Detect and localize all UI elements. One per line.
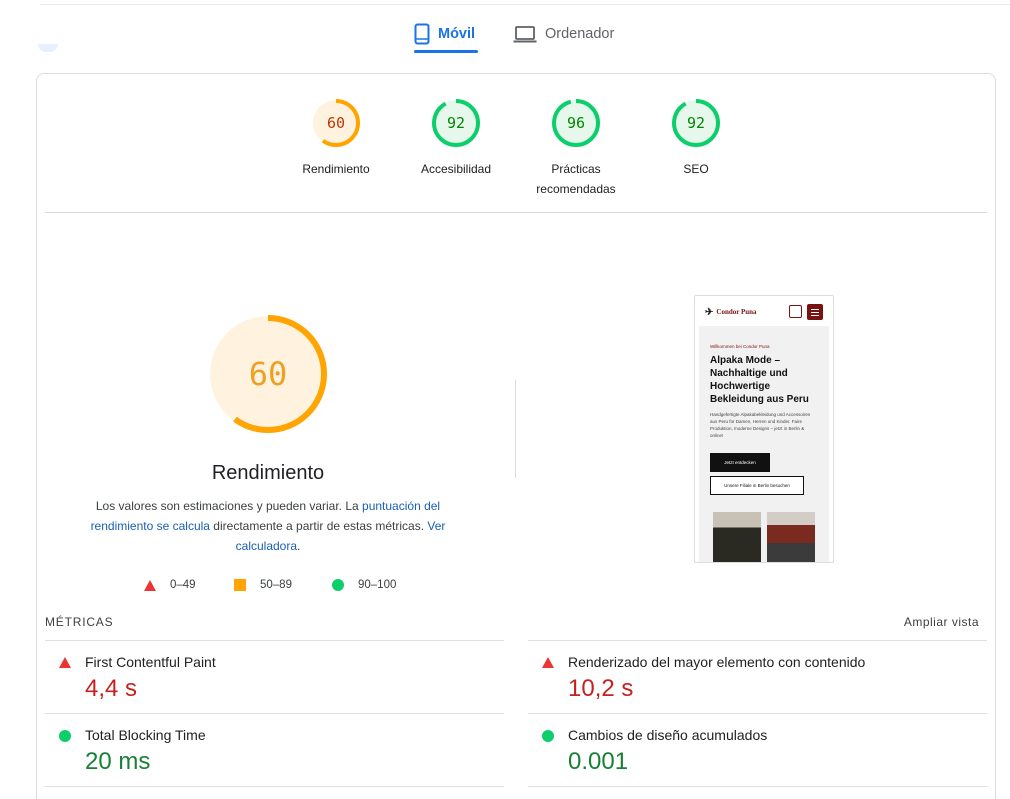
- condor-icon: ✈: [705, 306, 714, 318]
- active-tab-indicator: [414, 50, 478, 53]
- circle-icon: [332, 579, 344, 591]
- tab-desktop-label: Ordenador: [545, 26, 615, 42]
- tab-desktop[interactable]: Ordenador: [513, 14, 614, 54]
- thumb-product-image: [767, 512, 815, 562]
- top-rule: [40, 4, 1010, 5]
- gauge-accessibility-ring: 92: [432, 99, 480, 147]
- metric-fcp: First Contentful Paint 4,4 s: [45, 640, 504, 713]
- laptop-icon: [513, 26, 537, 43]
- smartphone-icon: [414, 23, 430, 45]
- gauge-best-practices-label: Prácticas recomendadas: [536, 162, 616, 196]
- report-card: 60 Rendimiento 92 Accesibilidad 96 Práct…: [36, 73, 996, 799]
- metric-lcp: Renderizado del mayor elemento con conte…: [528, 640, 987, 713]
- performance-big-gauge: 60: [208, 314, 328, 439]
- gauge-performance-label: Rendimiento: [302, 162, 370, 176]
- metrics-header: MÉTRICAS: [45, 615, 114, 629]
- metric-bottom-rule: [528, 786, 987, 787]
- gauge-best-practices-ring: 96: [552, 99, 600, 147]
- pass-circle-icon: [59, 730, 71, 742]
- gauge-performance-value: 60: [327, 114, 345, 132]
- device-tabs: Móvil Ordenador: [0, 14, 1010, 54]
- gauge-best-practices[interactable]: 96 Prácticas recomendadas: [516, 97, 636, 199]
- gauge-performance-ring: 60: [312, 99, 360, 147]
- triangle-icon: [144, 579, 156, 591]
- tab-mobile[interactable]: Móvil: [414, 14, 480, 54]
- expand-view-toggle[interactable]: Ampliar vista: [904, 615, 979, 629]
- gauge-accessibility[interactable]: 92 Accesibilidad: [396, 97, 516, 179]
- legend-average: 50–89: [234, 577, 292, 593]
- thumb-header: ✈ Condor Puna: [695, 296, 833, 328]
- thumb-hero: Willkommen bei Condor Puna Alpaka Mode –…: [699, 326, 829, 562]
- category-gauges: 60 Rendimiento 92 Accesibilidad 96 Práct…: [37, 74, 995, 214]
- menu-icon: [807, 304, 823, 320]
- metric-cls: Cambios de diseño acumulados 0.001: [528, 713, 987, 786]
- gauge-seo-label: SEO: [683, 162, 709, 176]
- thumb-logo: ✈ Condor Puna: [705, 306, 757, 318]
- section-divider: [45, 212, 987, 213]
- fail-triangle-icon: [542, 657, 554, 668]
- gauge-seo-ring: 92: [672, 99, 720, 147]
- gauge-best-practices-value: 96: [567, 114, 585, 132]
- legend-pass: 90–100: [332, 577, 396, 593]
- gauge-accessibility-label: Accesibilidad: [420, 162, 492, 176]
- gauge-performance[interactable]: 60 Rendimiento: [276, 97, 396, 179]
- page-screenshot-thumbnail: ✈ Condor Puna Willkommen bei Condor Puna…: [694, 295, 834, 563]
- thumb-secondary-button: Unsere Filiale in Berlin besuchen: [710, 476, 804, 495]
- performance-title: Rendimiento: [211, 462, 325, 484]
- gauge-seo-value: 92: [687, 114, 705, 132]
- performance-big-value: 60: [249, 355, 288, 393]
- gauge-seo[interactable]: 92 SEO: [636, 97, 756, 179]
- gauge-accessibility-value: 92: [447, 114, 465, 132]
- thumb-primary-button: Jetzt entdecken: [710, 453, 770, 472]
- metric-bottom-rule: [45, 786, 504, 787]
- pass-circle-icon: [542, 730, 554, 742]
- thumb-product-image: [713, 512, 761, 562]
- metric-tbt: Total Blocking Time 20 ms: [45, 713, 504, 786]
- performance-big-ring: 60: [209, 315, 327, 433]
- vertical-separator: [515, 380, 516, 478]
- cart-icon: [789, 305, 802, 318]
- square-icon: [234, 579, 246, 591]
- performance-description: Los valores son estimaciones y pueden va…: [90, 499, 446, 553]
- legend-fail: 0–49: [144, 577, 196, 593]
- fail-triangle-icon: [59, 657, 71, 668]
- tab-mobile-label: Móvil: [438, 26, 476, 42]
